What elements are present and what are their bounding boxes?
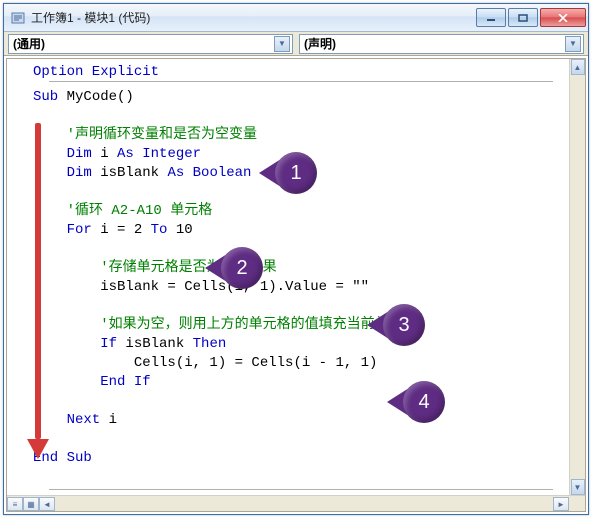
callout-1: 1 bbox=[259, 152, 317, 194]
scroll-up-button[interactable]: ▲ bbox=[571, 59, 585, 75]
horizontal-scrollbar[interactable]: ≡ ▦ ◄ ► bbox=[7, 495, 585, 511]
chevron-down-icon[interactable]: ▼ bbox=[565, 36, 581, 52]
code-text: Option Explicit bbox=[33, 63, 569, 82]
app-icon bbox=[10, 10, 26, 26]
code-text: Sub MyCode() '声明循环变量和是否为空变量 Dim i As Int… bbox=[33, 88, 569, 468]
chevron-down-icon[interactable]: ▼ bbox=[274, 36, 290, 52]
dropdown-bar: (通用) ▼ (声明) ▼ bbox=[4, 32, 588, 56]
code-window: 工作簿1 - 模块1 (代码) (通用) ▼ (声明) ▼ Option Exp… bbox=[3, 3, 589, 515]
flow-arrow-icon bbox=[33, 123, 43, 459]
window-title: 工作簿1 - 模块1 (代码) bbox=[31, 9, 476, 26]
view-full-button[interactable]: ▦ bbox=[23, 497, 39, 511]
procedure-dropdown[interactable]: (声明) ▼ bbox=[299, 34, 584, 54]
scroll-right-button[interactable]: ► bbox=[553, 497, 569, 511]
window-controls bbox=[476, 8, 586, 27]
section-divider bbox=[49, 489, 553, 490]
code-content: Option Explicit Sub MyCode() '声明循环变量和是否为… bbox=[31, 59, 569, 495]
object-dropdown[interactable]: (通用) ▼ bbox=[8, 34, 293, 54]
procedure-dropdown-value: (声明) bbox=[304, 35, 565, 52]
close-button[interactable] bbox=[540, 8, 586, 27]
titlebar[interactable]: 工作簿1 - 模块1 (代码) bbox=[4, 4, 588, 32]
callout-4: 4 bbox=[387, 381, 445, 423]
view-procedure-button[interactable]: ≡ bbox=[7, 497, 23, 511]
object-dropdown-value: (通用) bbox=[13, 35, 274, 52]
callout-3: 3 bbox=[367, 304, 425, 346]
vertical-scrollbar[interactable]: ▲ ▼ bbox=[569, 59, 585, 495]
scroll-left-button[interactable]: ◄ bbox=[39, 497, 55, 511]
minimize-button[interactable] bbox=[476, 8, 506, 27]
section-divider bbox=[49, 81, 553, 82]
callout-2: 2 bbox=[205, 247, 263, 289]
code-editor[interactable]: Option Explicit Sub MyCode() '声明循环变量和是否为… bbox=[6, 58, 586, 512]
maximize-button[interactable] bbox=[508, 8, 538, 27]
scroll-down-button[interactable]: ▼ bbox=[571, 479, 585, 495]
